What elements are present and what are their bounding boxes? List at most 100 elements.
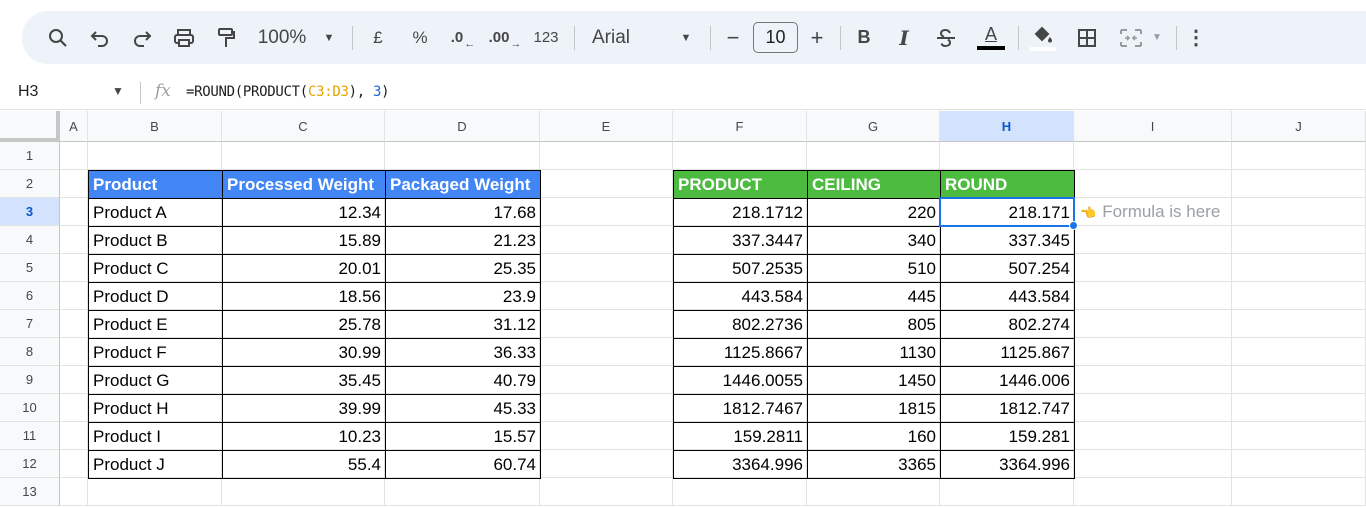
result-cell[interactable]: 507.254 xyxy=(940,254,1075,283)
italic-button[interactable]: I xyxy=(894,11,914,64)
weight-cell[interactable]: 31.12 xyxy=(385,310,541,339)
row-header-6[interactable]: 6 xyxy=(0,282,60,310)
weight-cell[interactable]: 25.78 xyxy=(222,310,386,339)
product-name-cell[interactable]: Product E xyxy=(88,310,223,339)
left-table-header-cell[interactable]: Packaged Weight xyxy=(385,170,541,199)
weight-cell[interactable]: 25.35 xyxy=(385,254,541,283)
column-header-i[interactable]: I xyxy=(1074,111,1232,142)
result-cell[interactable]: 1450 xyxy=(807,366,941,395)
row-header-3[interactable]: 3 xyxy=(0,198,60,226)
result-cell[interactable]: 443.584 xyxy=(940,282,1075,311)
result-cell[interactable]: 159.281 xyxy=(940,422,1075,451)
product-name-cell[interactable]: Product F xyxy=(88,338,223,367)
result-cell[interactable]: 220 xyxy=(807,198,941,227)
product-name-cell[interactable]: Product C xyxy=(88,254,223,283)
result-cell[interactable]: 1812.7467 xyxy=(673,394,808,423)
weight-cell[interactable]: 12.34 xyxy=(222,198,386,227)
result-cell[interactable]: 1125.8667 xyxy=(673,338,808,367)
left-table-header-cell[interactable]: Processed Weight xyxy=(222,170,386,199)
result-cell[interactable]: 337.345 xyxy=(940,226,1075,255)
increase-decimal-button[interactable]: .00 → xyxy=(488,11,522,64)
format-percent-button[interactable]: % xyxy=(408,11,432,64)
result-cell[interactable]: 1125.867 xyxy=(940,338,1075,367)
result-cell[interactable]: 805 xyxy=(807,310,941,339)
search-menus-icon[interactable] xyxy=(44,11,72,64)
product-name-cell[interactable]: Product B xyxy=(88,226,223,255)
right-table-header-cell[interactable]: CEILING xyxy=(807,170,941,199)
weight-cell[interactable]: 39.99 xyxy=(222,394,386,423)
product-name-cell[interactable]: Product D xyxy=(88,282,223,311)
decrease-decimal-button[interactable]: .0 ← xyxy=(448,11,478,64)
increase-font-size-icon[interactable]: + xyxy=(806,11,828,64)
borders-icon[interactable] xyxy=(1074,11,1100,64)
fill-handle[interactable] xyxy=(1069,221,1078,230)
text-color-button[interactable]: A xyxy=(976,11,1006,64)
zoom-chevron-down-icon[interactable]: ▼ xyxy=(320,11,338,64)
left-table-header-cell[interactable]: Product xyxy=(88,170,223,199)
font-chevron-down-icon[interactable]: ▼ xyxy=(678,11,694,64)
result-cell[interactable]: 510 xyxy=(807,254,941,283)
merge-chevron-down-icon[interactable]: ▼ xyxy=(1150,11,1164,64)
row-header-12[interactable]: 12 xyxy=(0,450,60,478)
merge-cells-icon[interactable] xyxy=(1116,11,1146,64)
row-header-8[interactable]: 8 xyxy=(0,338,60,366)
decrease-font-size-icon[interactable]: − xyxy=(722,11,744,64)
bold-button[interactable]: B xyxy=(854,11,874,64)
row-header-9[interactable]: 9 xyxy=(0,366,60,394)
result-cell[interactable]: 3364.996 xyxy=(940,450,1075,479)
select-all-corner[interactable] xyxy=(0,111,60,142)
product-name-cell[interactable]: Product A xyxy=(88,198,223,227)
column-header-g[interactable]: G xyxy=(807,111,940,142)
font-size-input[interactable]: 10 xyxy=(753,22,798,53)
product-name-cell[interactable]: Product G xyxy=(88,366,223,395)
more-formats-button[interactable]: 123 xyxy=(532,11,560,64)
result-cell[interactable]: 507.2535 xyxy=(673,254,808,283)
column-header-b[interactable]: B xyxy=(88,111,222,142)
strikethrough-icon[interactable] xyxy=(934,11,958,64)
product-name-cell[interactable]: Product H xyxy=(88,394,223,423)
format-currency-button[interactable]: £ xyxy=(366,11,390,64)
row-header-2[interactable]: 2 xyxy=(0,170,60,198)
weight-cell[interactable]: 15.57 xyxy=(385,422,541,451)
weight-cell[interactable]: 18.56 xyxy=(222,282,386,311)
column-header-j[interactable]: J xyxy=(1232,111,1366,142)
weight-cell[interactable]: 55.4 xyxy=(222,450,386,479)
paint-format-icon[interactable] xyxy=(212,11,240,64)
result-cell[interactable]: 337.3447 xyxy=(673,226,808,255)
name-box[interactable]: H3 xyxy=(18,83,38,101)
product-name-cell[interactable]: Product J xyxy=(88,450,223,479)
formula-input[interactable]: =ROUND(PRODUCT(C3:D3), 3) xyxy=(186,84,390,100)
weight-cell[interactable]: 20.01 xyxy=(222,254,386,283)
column-header-f[interactable]: F xyxy=(673,111,807,142)
product-name-cell[interactable]: Product I xyxy=(88,422,223,451)
column-header-e[interactable]: E xyxy=(540,111,673,142)
right-table-header-cell[interactable]: ROUND xyxy=(940,170,1075,199)
result-cell[interactable]: 3365 xyxy=(807,450,941,479)
weight-cell[interactable]: 10.23 xyxy=(222,422,386,451)
result-cell[interactable]: 443.584 xyxy=(673,282,808,311)
weight-cell[interactable]: 15.89 xyxy=(222,226,386,255)
weight-cell[interactable]: 60.74 xyxy=(385,450,541,479)
result-cell[interactable]: 1446.0055 xyxy=(673,366,808,395)
weight-cell[interactable]: 36.33 xyxy=(385,338,541,367)
fill-color-icon[interactable] xyxy=(1028,11,1058,64)
result-cell[interactable]: 1130 xyxy=(807,338,941,367)
row-header-5[interactable]: 5 xyxy=(0,254,60,282)
print-icon[interactable] xyxy=(170,11,198,64)
result-cell[interactable]: 802.274 xyxy=(940,310,1075,339)
result-cell[interactable]: 3364.996 xyxy=(673,450,808,479)
row-header-13[interactable]: 13 xyxy=(0,478,60,506)
undo-icon[interactable] xyxy=(86,11,114,64)
row-header-4[interactable]: 4 xyxy=(0,226,60,254)
weight-cell[interactable]: 21.23 xyxy=(385,226,541,255)
result-cell[interactable]: 160 xyxy=(807,422,941,451)
result-cell[interactable]: 159.2811 xyxy=(673,422,808,451)
weight-cell[interactable]: 17.68 xyxy=(385,198,541,227)
column-header-c[interactable]: C xyxy=(222,111,385,142)
weight-cell[interactable]: 45.33 xyxy=(385,394,541,423)
result-cell[interactable]: 1446.006 xyxy=(940,366,1075,395)
zoom-select[interactable]: 100% xyxy=(256,11,308,64)
weight-cell[interactable]: 40.79 xyxy=(385,366,541,395)
result-cell[interactable]: 1815 xyxy=(807,394,941,423)
weight-cell[interactable]: 35.45 xyxy=(222,366,386,395)
